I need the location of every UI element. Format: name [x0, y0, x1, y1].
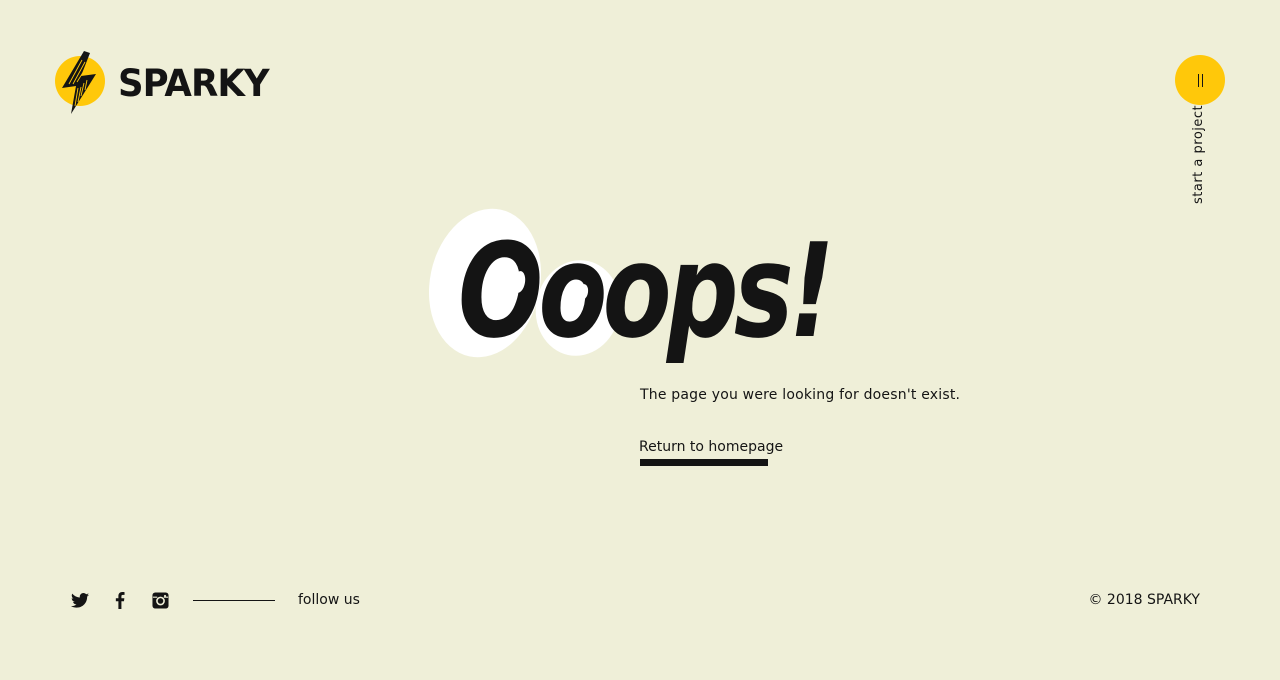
social-links: follow us — [70, 590, 360, 610]
start-project-link[interactable]: start a project — [1188, 104, 1210, 204]
oops-headline-graphic: Ooops! — [428, 208, 836, 367]
pause-bars-icon — [1197, 73, 1199, 87]
instagram-icon — [151, 591, 169, 609]
instagram-link[interactable] — [150, 590, 170, 610]
start-project-label: start a project — [1191, 104, 1206, 204]
copyright: © 2018 SPARKY — [1088, 592, 1200, 608]
lightning-bolt-icon — [55, 51, 105, 114]
brand-name: SPARKY — [118, 61, 270, 105]
twitter-link[interactable] — [70, 590, 90, 610]
start-project-button[interactable] — [1175, 55, 1225, 105]
facebook-icon — [115, 591, 125, 609]
facebook-link[interactable] — [110, 590, 130, 610]
follow-us-label: follow us — [298, 592, 360, 608]
twitter-icon — [71, 592, 89, 608]
error-message: The page you were looking for doesn't ex… — [640, 387, 961, 403]
return-homepage-link[interactable]: Return to homepage — [639, 437, 783, 457]
oops-headline: Ooops! — [458, 215, 830, 367]
logo-link[interactable]: SPARKY — [54, 50, 275, 116]
link-underline — [640, 459, 768, 466]
follow-divider — [193, 599, 275, 601]
oops-illustration: Ooops! — [420, 200, 860, 380]
